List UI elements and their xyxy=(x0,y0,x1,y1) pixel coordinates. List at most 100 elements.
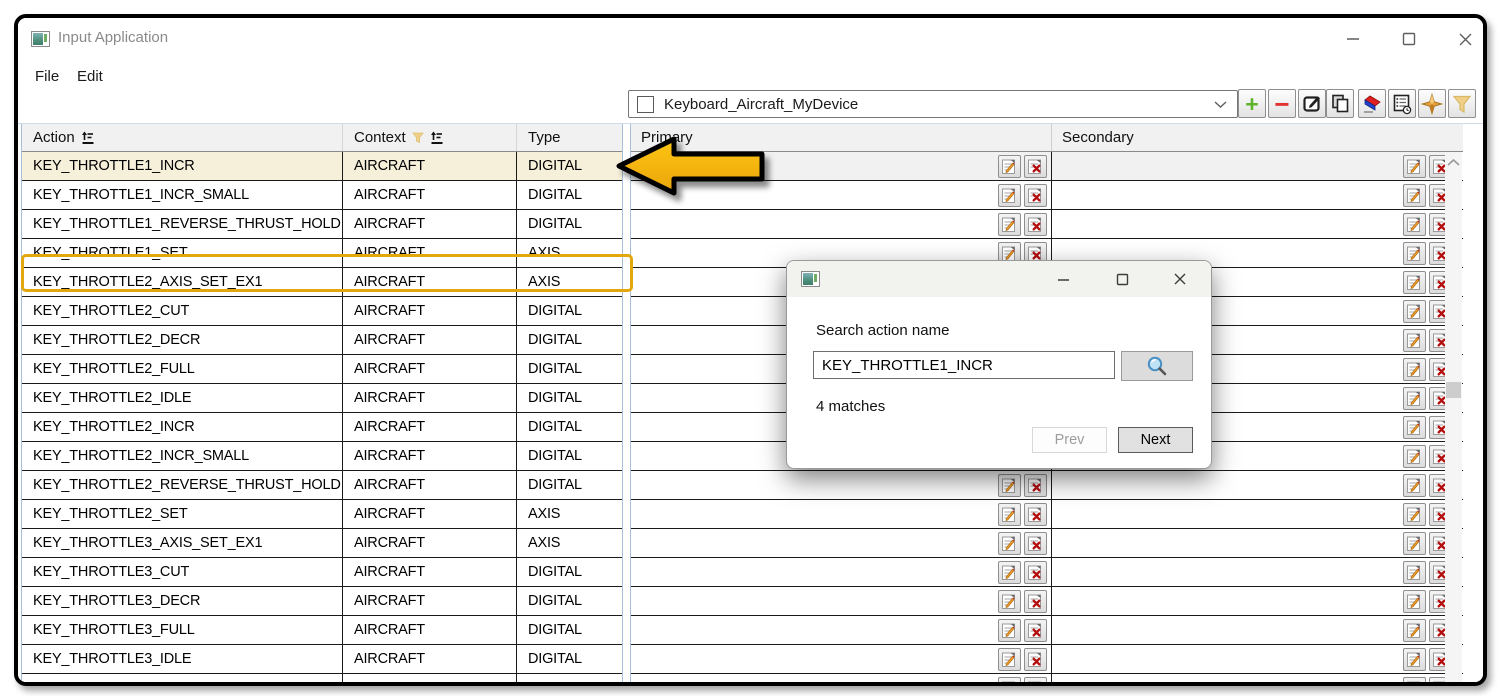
scrollbar-thumb[interactable] xyxy=(1446,382,1461,398)
table-row[interactable]: KEY_THROTTLE1_SETAIRCRAFTAXIS xyxy=(22,239,622,268)
edit-binding-button[interactable] xyxy=(1403,445,1426,468)
search-button[interactable] xyxy=(1121,351,1193,381)
column-header-action[interactable]: Action xyxy=(22,124,343,151)
page-delete-icon xyxy=(1027,506,1044,523)
joystick-button[interactable] xyxy=(1418,89,1446,118)
device-checkbox[interactable] xyxy=(637,96,654,113)
edit-binding-button[interactable] xyxy=(1403,387,1426,410)
table-row[interactable]: KEY_THROTTLE2_DECRAIRCRAFTDIGITAL xyxy=(22,326,622,355)
table-row[interactable]: KEY_THROTTLE2_CUTAIRCRAFTDIGITAL xyxy=(22,297,622,326)
table-row[interactable]: KEY_THROTTLE3_DECRAIRCRAFTDIGITAL xyxy=(22,587,622,616)
binding-row[interactable] xyxy=(631,558,1463,587)
binding-row[interactable] xyxy=(631,210,1463,239)
edit-binding-button[interactable] xyxy=(1403,271,1426,294)
table-row[interactable] xyxy=(22,674,622,682)
delete-binding-button[interactable] xyxy=(1024,213,1047,236)
table-row[interactable]: KEY_THROTTLE3_AXIS_SET_EX1AIRCRAFTAXIS xyxy=(22,529,622,558)
edit-binding-button[interactable] xyxy=(998,619,1021,642)
edit-binding-button[interactable] xyxy=(1403,474,1426,497)
edit-binding-button[interactable] xyxy=(1403,184,1426,207)
copy-button[interactable] xyxy=(1326,89,1354,118)
column-header-secondary[interactable]: Secondary xyxy=(1052,124,1463,151)
edit-binding-button[interactable] xyxy=(998,213,1021,236)
edit-binding-button[interactable] xyxy=(1403,242,1426,265)
table-row[interactable]: KEY_THROTTLE1_REVERSE_THRUST_HOLDAIRCRAF… xyxy=(22,210,622,239)
filter-button[interactable] xyxy=(1448,89,1476,118)
table-row[interactable]: KEY_THROTTLE2_REVERSE_THRUST_HOLDAIRCRAF… xyxy=(22,471,622,500)
prev-button[interactable]: Prev xyxy=(1032,427,1107,453)
table-row[interactable]: KEY_THROTTLE3_CUTAIRCRAFTDIGITAL xyxy=(22,558,622,587)
edit-binding-button[interactable] xyxy=(998,503,1021,526)
edit-binding-button[interactable] xyxy=(1403,619,1426,642)
edit-binding-button[interactable] xyxy=(998,155,1021,178)
delete-binding-button[interactable] xyxy=(1024,590,1047,613)
delete-binding-button[interactable] xyxy=(1024,677,1047,683)
context-cell: AIRCRAFT xyxy=(343,645,517,673)
edit-binding-button[interactable] xyxy=(1403,590,1426,613)
minimize-button[interactable] xyxy=(1336,25,1370,53)
edit-binding-button[interactable] xyxy=(1403,358,1426,381)
binding-row[interactable] xyxy=(631,471,1463,500)
minimize-button[interactable] xyxy=(1048,266,1078,292)
column-header-type[interactable]: Type xyxy=(517,124,622,151)
binding-row[interactable] xyxy=(631,529,1463,558)
edit-binding-button[interactable] xyxy=(1403,416,1426,439)
binding-row[interactable] xyxy=(631,500,1463,529)
edit-binding-button[interactable] xyxy=(998,648,1021,671)
delete-binding-button[interactable] xyxy=(1024,184,1047,207)
search-input[interactable] xyxy=(813,351,1115,379)
delete-binding-button[interactable] xyxy=(1024,155,1047,178)
table-row[interactable]: KEY_THROTTLE2_INCR_SMALLAIRCRAFTDIGITAL xyxy=(22,442,622,471)
edit-binding-button[interactable] xyxy=(1403,561,1426,584)
edit-binding-button[interactable] xyxy=(998,474,1021,497)
edit-binding-button[interactable] xyxy=(998,677,1021,683)
edit-binding-button[interactable] xyxy=(1403,648,1426,671)
column-header-context[interactable]: Context xyxy=(343,124,517,151)
app-icon xyxy=(31,31,50,47)
binding-row[interactable] xyxy=(631,616,1463,645)
edit-binding-button[interactable] xyxy=(1403,329,1426,352)
edit-binding-button[interactable] xyxy=(998,590,1021,613)
table-row[interactable]: KEY_THROTTLE2_FULLAIRCRAFTDIGITAL xyxy=(22,355,622,384)
next-button[interactable]: Next xyxy=(1118,427,1193,453)
close-button[interactable] xyxy=(1165,266,1195,292)
edit-binding-button[interactable] xyxy=(1403,677,1426,683)
delete-binding-button[interactable] xyxy=(1024,532,1047,555)
report-button[interactable] xyxy=(1388,89,1416,118)
binding-row[interactable] xyxy=(631,674,1463,682)
edit-binding-button[interactable] xyxy=(1403,213,1426,236)
binding-row[interactable] xyxy=(631,645,1463,674)
device-selector[interactable]: Keyboard_Aircraft_MyDevice xyxy=(628,90,1238,118)
delete-binding-button[interactable] xyxy=(1024,561,1047,584)
table-row[interactable]: KEY_THROTTLE3_FULLAIRCRAFTDIGITAL xyxy=(22,616,622,645)
menu-file[interactable]: File xyxy=(29,66,65,87)
edit-binding-button[interactable] xyxy=(1403,503,1426,526)
add-button[interactable]: + xyxy=(1238,89,1266,118)
maximize-button[interactable] xyxy=(1392,25,1426,53)
edit-button[interactable] xyxy=(1298,89,1326,118)
edit-binding-button[interactable] xyxy=(1403,300,1426,323)
edit-binding-button[interactable] xyxy=(1403,532,1426,555)
edit-binding-button[interactable] xyxy=(1403,155,1426,178)
vertical-scrollbar[interactable] xyxy=(1445,152,1462,682)
remove-button[interactable]: − xyxy=(1268,89,1296,118)
close-button[interactable] xyxy=(1448,25,1482,53)
table-row[interactable]: KEY_THROTTLE2_IDLEAIRCRAFTDIGITAL xyxy=(22,384,622,413)
table-row[interactable]: KEY_THROTTLE2_SETAIRCRAFTAXIS xyxy=(22,500,622,529)
binding-row[interactable] xyxy=(631,587,1463,616)
maximize-button[interactable] xyxy=(1107,266,1137,292)
delete-binding-button[interactable] xyxy=(1024,503,1047,526)
edit-binding-button[interactable] xyxy=(998,532,1021,555)
menu-edit[interactable]: Edit xyxy=(71,66,109,87)
delete-binding-button[interactable] xyxy=(1024,648,1047,671)
table-row[interactable]: KEY_THROTTLE1_INCR_SMALLAIRCRAFTDIGITAL xyxy=(22,181,622,210)
table-row[interactable]: KEY_THROTTLE1_INCRAIRCRAFTDIGITAL xyxy=(22,152,622,181)
table-row[interactable]: KEY_THROTTLE2_AXIS_SET_EX1AIRCRAFTAXIS xyxy=(22,268,622,297)
edit-binding-button[interactable] xyxy=(998,561,1021,584)
table-row[interactable]: KEY_THROTTLE2_INCRAIRCRAFTDIGITAL xyxy=(22,413,622,442)
delete-binding-button[interactable] xyxy=(1024,474,1047,497)
delete-binding-button[interactable] xyxy=(1024,619,1047,642)
table-row[interactable]: KEY_THROTTLE3_IDLEAIRCRAFTDIGITAL xyxy=(22,645,622,674)
eraser-button[interactable] xyxy=(1358,89,1386,118)
edit-binding-button[interactable] xyxy=(998,184,1021,207)
